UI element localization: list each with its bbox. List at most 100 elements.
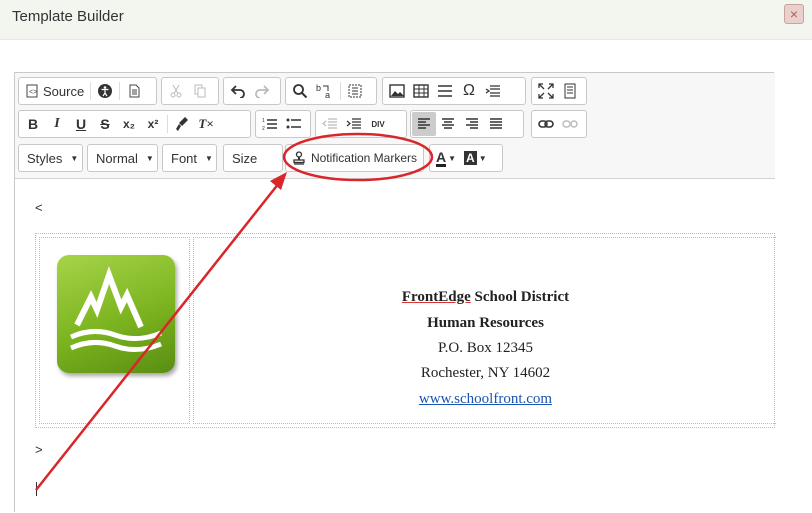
chevron-down-icon: ▼: [448, 153, 457, 163]
separator: [90, 82, 92, 100]
italic-button[interactable]: I: [45, 112, 69, 136]
special-char-button[interactable]: Ω: [457, 79, 481, 103]
toolbar-group-document: <> Source: [18, 77, 157, 105]
format-dropdown[interactable]: Normal ▼: [87, 144, 158, 172]
svg-text:a: a: [325, 90, 330, 99]
bulleted-list-button[interactable]: [282, 112, 306, 136]
org-name-part2: School District: [470, 289, 570, 305]
text-color-button[interactable]: A ▼: [432, 146, 460, 170]
link-icon: [538, 120, 554, 128]
clear-format-icon: T×: [198, 116, 214, 131]
cut-button[interactable]: [164, 79, 188, 103]
po-box: P.O. Box 12345: [437, 340, 534, 356]
document-icon: [129, 84, 140, 98]
underline-button[interactable]: U: [69, 112, 93, 136]
select-all-button[interactable]: [343, 79, 367, 103]
toolbar-group-clipboard: [161, 77, 219, 105]
toolbar-group-indent: DIV: [315, 110, 407, 138]
chevron-down-icon: ▼: [145, 153, 154, 163]
svg-text:1: 1: [262, 118, 265, 124]
indent-button[interactable]: [342, 112, 366, 136]
align-left-button[interactable]: [412, 112, 436, 136]
outdent-icon: [322, 118, 337, 129]
horizontal-line-icon: [438, 85, 452, 97]
bulleted-list-icon: [286, 118, 301, 129]
separator: [167, 115, 168, 133]
link-button[interactable]: [534, 112, 558, 136]
notification-markers-button[interactable]: Notification Markers: [285, 144, 424, 172]
undo-icon: [230, 85, 245, 98]
editor-toolbar: <> Source b a Ω B I U S x₂ x² T× 1 2 DIV…: [15, 73, 775, 179]
maximize-icon: [538, 83, 554, 99]
toolbar-group-view: [531, 77, 587, 105]
superscript-icon: x²: [147, 117, 159, 131]
close-marker-text: >: [35, 442, 43, 457]
chevron-down-icon: ▼: [205, 153, 213, 163]
outdent-button[interactable]: [318, 112, 342, 136]
font-dropdown[interactable]: Font ▼: [162, 144, 217, 172]
show-blocks-button[interactable]: [558, 79, 582, 103]
scissors-icon: [170, 84, 182, 98]
underline-icon: U: [75, 116, 87, 132]
strikethrough-button[interactable]: S: [93, 112, 117, 136]
stamp-icon: [293, 151, 305, 165]
notification-markers-label: Notification Markers: [310, 151, 417, 165]
toolbar-group-links: [531, 110, 587, 138]
accessibility-icon: [98, 84, 113, 98]
redo-button[interactable]: [250, 79, 274, 103]
styles-dropdown[interactable]: Styles ▼: [18, 144, 83, 172]
subscript-button[interactable]: x₂: [117, 112, 141, 136]
website-line: www.schoolfront.com: [194, 391, 777, 408]
format-label: Normal: [96, 150, 138, 166]
chevron-down-icon: ▼: [478, 153, 487, 163]
page-break-button[interactable]: [481, 79, 505, 103]
size-dropdown[interactable]: Size: [223, 144, 283, 172]
toolbar-group-insert: Ω: [382, 77, 526, 105]
toolbar-group-basic-styles: B I U S x₂ x² T×: [18, 110, 251, 138]
unlink-button[interactable]: [558, 112, 582, 136]
find-button[interactable]: [288, 79, 312, 103]
svg-text:b: b: [316, 83, 321, 93]
align-justify-button[interactable]: [484, 112, 508, 136]
replace-button[interactable]: ba: [312, 79, 338, 103]
superscript-button[interactable]: x²: [141, 112, 165, 136]
bold-button[interactable]: B: [21, 112, 45, 136]
website-link[interactable]: www.schoolfront.com: [419, 391, 552, 407]
search-icon: [293, 84, 308, 99]
text-cursor: [36, 482, 37, 496]
department: Human Resources: [427, 315, 544, 331]
remove-format-button[interactable]: T×: [194, 112, 218, 136]
create-div-button[interactable]: DIV: [366, 112, 390, 136]
source-label: Source: [43, 83, 85, 99]
page-break-icon: [485, 85, 500, 97]
numbered-list-icon: 12: [262, 118, 277, 131]
table-button[interactable]: [409, 79, 433, 103]
source-button[interactable]: <> Source: [21, 79, 88, 103]
copy-formatting-button[interactable]: [170, 112, 194, 136]
undo-button[interactable]: [226, 79, 250, 103]
paintbrush-icon: [176, 117, 188, 131]
chevron-down-icon: ▼: [70, 153, 79, 163]
editor-content[interactable]: < FrontEdge School District Human Resour…: [15, 180, 776, 513]
align-center-button[interactable]: [436, 112, 460, 136]
maximize-button[interactable]: [534, 79, 558, 103]
rich-text-editor: < > Source b a Ω B I U S x₂ x² T× 1 2 DIV…: [14, 72, 776, 513]
horizontal-line-button[interactable]: [433, 79, 457, 103]
close-icon[interactable]: ×: [784, 4, 804, 24]
city-state: Rochester, NY 14602: [420, 365, 551, 381]
numbered-list-button[interactable]: 12: [258, 112, 282, 136]
address-cell: FrontEdge School District Human Resource…: [193, 237, 776, 424]
align-right-button[interactable]: [460, 112, 484, 136]
window-header: Template Builder ×: [0, 0, 812, 40]
copy-button[interactable]: [188, 79, 212, 103]
accessibility-button[interactable]: [93, 79, 117, 103]
font-label: Font: [171, 150, 198, 166]
background-color-icon: A: [464, 151, 477, 165]
copy-icon: [194, 84, 206, 98]
redo-icon: [255, 85, 270, 98]
image-icon: [389, 84, 405, 98]
image-button[interactable]: [385, 79, 409, 103]
background-color-button[interactable]: A ▼: [460, 146, 491, 170]
templates-button[interactable]: [122, 79, 146, 103]
open-marker-text: <: [35, 200, 43, 215]
